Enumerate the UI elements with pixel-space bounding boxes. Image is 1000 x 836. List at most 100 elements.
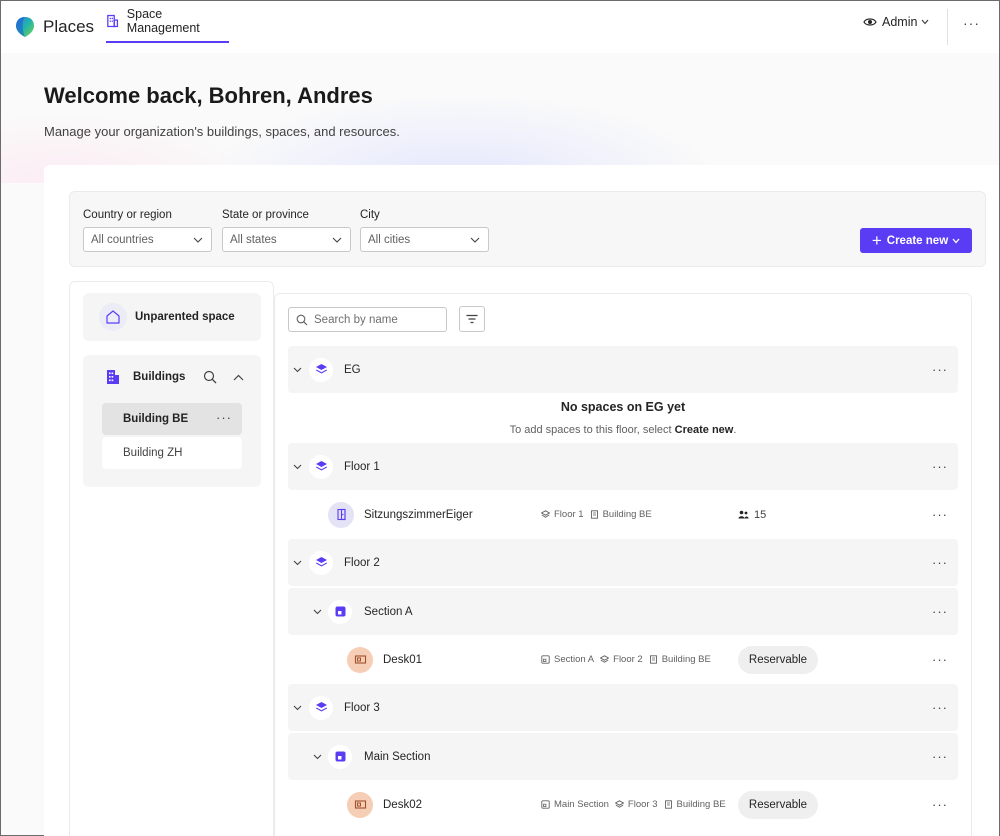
desk-icon xyxy=(354,655,366,664)
space-name: SitzungszimmerEiger xyxy=(364,508,473,521)
row-label: Floor 1 xyxy=(344,460,380,473)
state-select[interactable]: All states xyxy=(222,227,351,252)
chevron-down-icon[interactable] xyxy=(293,560,302,566)
country-select-value: All countries xyxy=(91,233,154,246)
more-options-icon[interactable]: ··· xyxy=(932,700,948,715)
building-name: Building BE xyxy=(123,413,189,425)
layers-icon-wrap xyxy=(309,550,333,575)
eye-icon xyxy=(863,18,877,26)
floor-row-2[interactable]: Floor 2 ··· xyxy=(288,539,958,586)
search-icon[interactable] xyxy=(203,370,217,384)
role-switcher[interactable]: Admin xyxy=(863,15,929,29)
row-label: Floor 3 xyxy=(344,701,380,714)
floor-row-3[interactable]: Floor 3 ··· xyxy=(288,684,958,731)
chevron-down-icon[interactable] xyxy=(293,367,302,373)
country-filter: Country or region All countries xyxy=(83,209,212,252)
layers-icon-wrap xyxy=(309,357,333,382)
state-filter-label: State or province xyxy=(222,209,309,221)
buildings-label: Buildings xyxy=(133,371,186,383)
city-filter-label: City xyxy=(360,209,380,221)
space-name: Desk01 xyxy=(383,653,422,666)
crumb-floor-label: Floor 3 xyxy=(627,799,658,810)
building-item-be[interactable]: Building BE ··· xyxy=(102,403,242,435)
crumb-section: Main Section xyxy=(541,799,609,810)
unparented-space-label: Unparented space xyxy=(135,311,235,323)
unparented-space-item[interactable]: Unparented space xyxy=(83,293,261,341)
more-options-icon[interactable]: ··· xyxy=(932,749,948,764)
layers-icon xyxy=(600,655,610,663)
create-new-button[interactable]: + Create new xyxy=(860,228,972,253)
city-filter: City All cities xyxy=(360,209,489,252)
more-options-icon[interactable]: ··· xyxy=(932,459,948,474)
chevron-down-icon[interactable] xyxy=(313,609,322,615)
crumb-building: Building BE xyxy=(590,509,652,520)
filter-button[interactable] xyxy=(459,306,485,332)
page-title: Welcome back, Bohren, Andres xyxy=(44,83,373,108)
crumb-building: Building BE xyxy=(649,654,711,665)
section-icon xyxy=(541,800,550,809)
layers-icon xyxy=(315,557,327,567)
tab-space-management[interactable]: Space Management xyxy=(106,1,229,43)
city-select[interactable]: All cities xyxy=(360,227,489,252)
top-bar: Places Space Management Admin ··· xyxy=(1,1,999,53)
layers-icon xyxy=(614,800,624,808)
crumb-floor: Floor 3 xyxy=(614,799,658,810)
desk-icon xyxy=(354,800,366,809)
more-options-icon[interactable]: ··· xyxy=(932,362,948,377)
building-name: Building ZH xyxy=(123,447,183,459)
people-icon xyxy=(738,510,749,519)
capacity: 15 xyxy=(738,509,766,521)
search-icon xyxy=(296,314,308,325)
search-input[interactable]: Search by name xyxy=(288,307,447,332)
row-label: Floor 2 xyxy=(344,556,380,569)
space-row-desk01[interactable]: Desk01 Section A Floor 2 Building BE Res… xyxy=(288,636,958,683)
country-select[interactable]: All countries xyxy=(83,227,212,252)
more-options-icon[interactable]: ··· xyxy=(932,797,948,812)
app-logo[interactable]: Places xyxy=(15,16,94,38)
more-options-icon[interactable]: ··· xyxy=(932,507,948,522)
row-label: Main Section xyxy=(364,750,431,763)
more-options-icon[interactable]: ··· xyxy=(932,652,948,667)
more-options-icon[interactable]: ··· xyxy=(216,410,232,425)
more-options-icon[interactable]: ··· xyxy=(932,604,948,619)
country-filter-label: Country or region xyxy=(83,209,172,221)
home-icon-wrap xyxy=(99,303,127,331)
search-placeholder: Search by name xyxy=(314,313,398,326)
chevron-down-icon[interactable] xyxy=(313,754,322,760)
floor-row-eg[interactable]: EG ··· xyxy=(288,346,958,393)
state-filter: State or province All states xyxy=(222,209,351,252)
home-icon xyxy=(106,310,120,324)
crumb-floor: Floor 1 xyxy=(541,509,584,520)
chevron-up-icon[interactable] xyxy=(233,374,244,381)
page-subtitle: Manage your organization's buildings, sp… xyxy=(44,124,400,139)
space-location-breadcrumb: Floor 1 Building BE xyxy=(541,509,658,520)
more-options-icon[interactable]: ··· xyxy=(932,555,948,570)
state-select-value: All states xyxy=(230,233,277,246)
layers-icon xyxy=(315,702,327,712)
row-label: EG xyxy=(344,363,361,376)
chevron-down-icon xyxy=(952,238,960,243)
role-label: Admin xyxy=(882,15,918,29)
empty-state-description: To add spaces to this floor, select Crea… xyxy=(288,424,958,436)
space-row-desk02[interactable]: Desk02 Main Section Floor 3 Building BE … xyxy=(288,781,958,828)
more-options-icon[interactable]: ··· xyxy=(963,15,980,31)
crumb-section-label: Section A xyxy=(554,654,595,665)
space-location-breadcrumb: Main Section Floor 3 Building BE xyxy=(541,799,732,810)
floor-row-1[interactable]: Floor 1 ··· xyxy=(288,443,958,490)
crumb-building-label: Building BE xyxy=(602,509,652,520)
create-new-label: Create new xyxy=(886,234,949,247)
layers-icon xyxy=(315,364,327,374)
section-row-a[interactable]: Section A ··· xyxy=(288,588,958,635)
desk-icon-wrap xyxy=(347,791,373,818)
section-row-main[interactable]: Main Section ··· xyxy=(288,733,958,780)
crumb-building: Building BE xyxy=(664,799,726,810)
room-icon-wrap xyxy=(328,501,354,528)
section-icon xyxy=(335,606,345,617)
space-row-sitzungszimmer[interactable]: SitzungszimmerEiger Floor 1 Building BE … xyxy=(288,491,958,538)
building-item-zh[interactable]: Building ZH xyxy=(102,437,242,469)
chevron-down-icon xyxy=(921,19,929,25)
chevron-down-icon[interactable] xyxy=(293,705,302,711)
chevron-down-icon[interactable] xyxy=(293,464,302,470)
row-label: Section A xyxy=(364,605,413,618)
crumb-section-label: Main Section xyxy=(554,799,609,810)
